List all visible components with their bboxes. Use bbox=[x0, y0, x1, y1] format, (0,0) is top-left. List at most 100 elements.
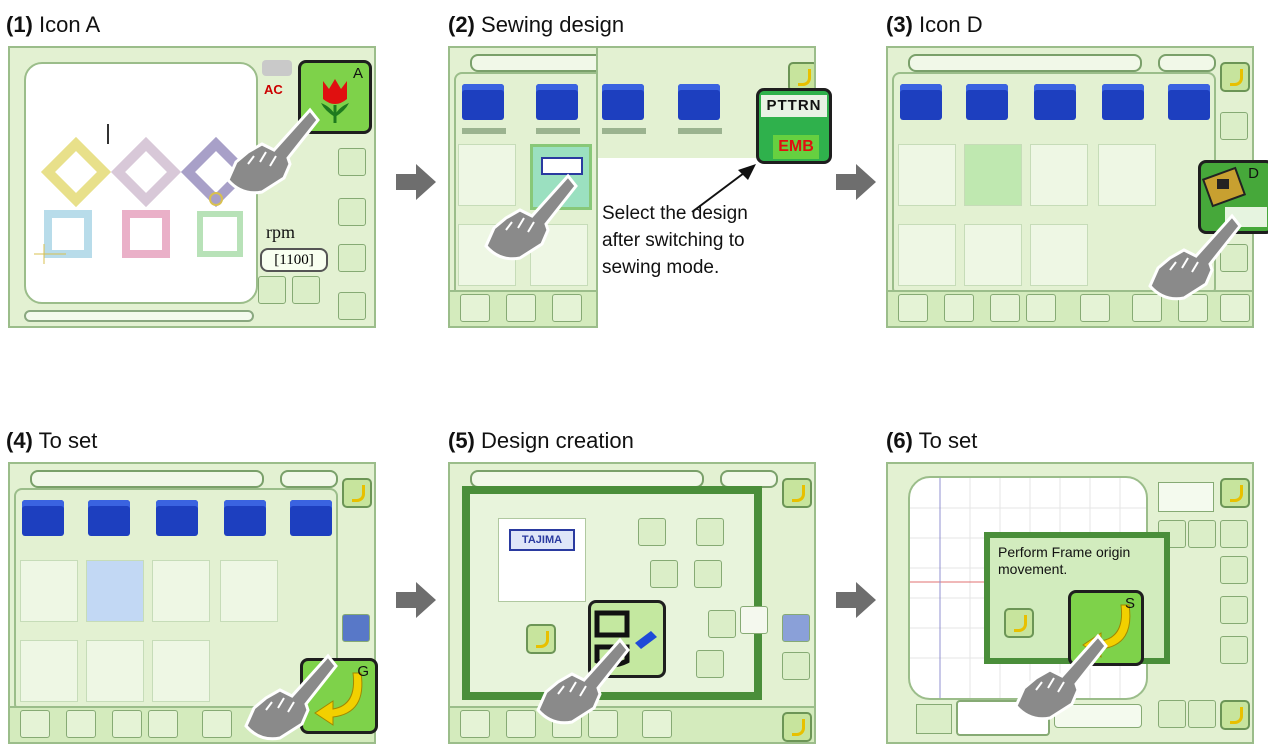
create-tool-1[interactable] bbox=[638, 518, 666, 546]
pattern-header-count bbox=[280, 470, 338, 488]
folder-icon[interactable] bbox=[1168, 84, 1210, 120]
pttrn-emb-switch-icon[interactable]: PTTRN EMB bbox=[756, 88, 832, 164]
pointing-hand-icon bbox=[536, 637, 630, 725]
power-button[interactable] bbox=[20, 710, 50, 738]
folder-icon[interactable] bbox=[966, 84, 1008, 120]
design-thumbnail[interactable] bbox=[1030, 224, 1088, 286]
step-1-title: (1) Icon A bbox=[6, 12, 101, 37]
pattern-header bbox=[908, 54, 1142, 72]
next-page-button[interactable] bbox=[148, 710, 178, 738]
step-3-title: (3) Icon D bbox=[886, 12, 983, 37]
power-button[interactable] bbox=[460, 294, 490, 322]
frame-button[interactable] bbox=[1220, 636, 1248, 664]
tulip-button[interactable] bbox=[1220, 596, 1248, 624]
pattern-header-count bbox=[1158, 54, 1216, 72]
folder-icon[interactable] bbox=[1102, 84, 1144, 120]
return-button[interactable] bbox=[782, 478, 812, 508]
speed-up-button[interactable] bbox=[292, 276, 320, 304]
side-button-2[interactable] bbox=[338, 198, 366, 226]
brand-logo: TAJIMA bbox=[509, 529, 575, 551]
folder-icon[interactable] bbox=[678, 84, 720, 120]
prev-page-button[interactable] bbox=[990, 294, 1020, 322]
design-thumbnail[interactable] bbox=[898, 224, 956, 286]
design-thumbnail[interactable] bbox=[86, 640, 144, 702]
return-button[interactable] bbox=[342, 478, 372, 508]
pttrn-button[interactable] bbox=[1220, 112, 1248, 140]
grid-button[interactable] bbox=[1220, 556, 1248, 584]
folder-icon[interactable] bbox=[156, 500, 198, 536]
design-thumbnail[interactable] bbox=[964, 224, 1022, 286]
folder-label bbox=[462, 128, 506, 134]
side-button-4[interactable] bbox=[338, 292, 366, 320]
design-thumbnail-selected[interactable] bbox=[964, 144, 1022, 206]
note-line: after switching to bbox=[602, 230, 745, 251]
needle-number[interactable] bbox=[916, 704, 952, 734]
note-line: sewing mode. bbox=[602, 257, 720, 278]
power-button[interactable] bbox=[460, 710, 490, 738]
create-tool-6[interactable] bbox=[696, 650, 724, 678]
return-button[interactable] bbox=[1220, 700, 1250, 730]
flow-arrow-5-6 bbox=[836, 582, 876, 618]
folder-icon[interactable] bbox=[290, 500, 332, 536]
side-button-3[interactable] bbox=[338, 244, 366, 272]
folder-icon[interactable] bbox=[88, 500, 130, 536]
step-2-title: (2) Sewing design bbox=[448, 12, 625, 37]
folder-icon[interactable] bbox=[536, 84, 578, 120]
return-button[interactable] bbox=[1220, 62, 1250, 92]
return-button[interactable] bbox=[782, 712, 812, 742]
folder-icon[interactable] bbox=[462, 84, 504, 120]
move-button[interactable] bbox=[1220, 520, 1248, 548]
design-thumbnail-selected[interactable] bbox=[86, 560, 144, 622]
arrow-button[interactable] bbox=[1158, 700, 1186, 728]
emb-label: EMB bbox=[773, 135, 819, 159]
timer-button[interactable] bbox=[1080, 294, 1110, 322]
side-button[interactable] bbox=[782, 652, 810, 680]
grid-view-button[interactable] bbox=[342, 614, 370, 642]
create-tool-5[interactable] bbox=[708, 610, 736, 638]
design-thumbnail[interactable] bbox=[220, 560, 278, 622]
folder-icon[interactable] bbox=[1034, 84, 1076, 120]
design-thumbnail[interactable] bbox=[898, 144, 956, 206]
folder-label bbox=[602, 128, 646, 134]
design-thumbnail[interactable] bbox=[20, 560, 78, 622]
design-thumbnail[interactable] bbox=[1030, 144, 1088, 206]
pointing-hand-icon bbox=[484, 173, 578, 261]
next-page-button[interactable] bbox=[1026, 294, 1056, 322]
popup-line: movement. bbox=[998, 561, 1068, 577]
selected-design-preview: TAJIMA bbox=[498, 518, 586, 602]
power-button[interactable] bbox=[898, 294, 928, 322]
design-thumbnail[interactable] bbox=[152, 560, 210, 622]
timer-button[interactable] bbox=[642, 710, 672, 738]
home-button[interactable] bbox=[944, 294, 974, 322]
position-readout bbox=[1158, 482, 1214, 512]
return-button[interactable] bbox=[1220, 478, 1250, 508]
arrow-button[interactable] bbox=[1188, 700, 1216, 728]
create-tool-2[interactable] bbox=[696, 518, 724, 546]
home-button[interactable] bbox=[66, 710, 96, 738]
home-button[interactable] bbox=[506, 294, 536, 322]
pttrn-label: PTTRN bbox=[761, 95, 827, 117]
ac-label: AC bbox=[264, 82, 283, 97]
prev-page-button[interactable] bbox=[112, 710, 142, 738]
folder-icon[interactable] bbox=[224, 500, 266, 536]
flow-arrow-1-2 bbox=[396, 164, 436, 200]
note-line: Select the design bbox=[602, 203, 748, 224]
side-button-1[interactable] bbox=[338, 148, 366, 176]
folder-icon[interactable] bbox=[602, 84, 644, 120]
speed-down-button[interactable] bbox=[258, 276, 286, 304]
stitch-tool[interactable] bbox=[740, 606, 768, 634]
create-tool-4[interactable] bbox=[694, 560, 722, 588]
speed-display[interactable]: [1100] bbox=[260, 248, 328, 272]
move-button[interactable] bbox=[1188, 520, 1216, 548]
timer-button[interactable] bbox=[202, 710, 232, 738]
step-4-title: (4) To set bbox=[6, 428, 98, 453]
design-thumbnail[interactable] bbox=[1098, 144, 1156, 206]
folder-icon[interactable] bbox=[22, 500, 64, 536]
create-tool-3[interactable] bbox=[650, 560, 678, 588]
folder-icon[interactable] bbox=[900, 84, 942, 120]
icon-g-letter: G bbox=[357, 663, 369, 680]
prev-page-button[interactable] bbox=[552, 294, 582, 322]
design-thumbnail[interactable] bbox=[152, 640, 210, 702]
grid-view-button[interactable] bbox=[782, 614, 810, 642]
design-thumbnail[interactable] bbox=[20, 640, 78, 702]
